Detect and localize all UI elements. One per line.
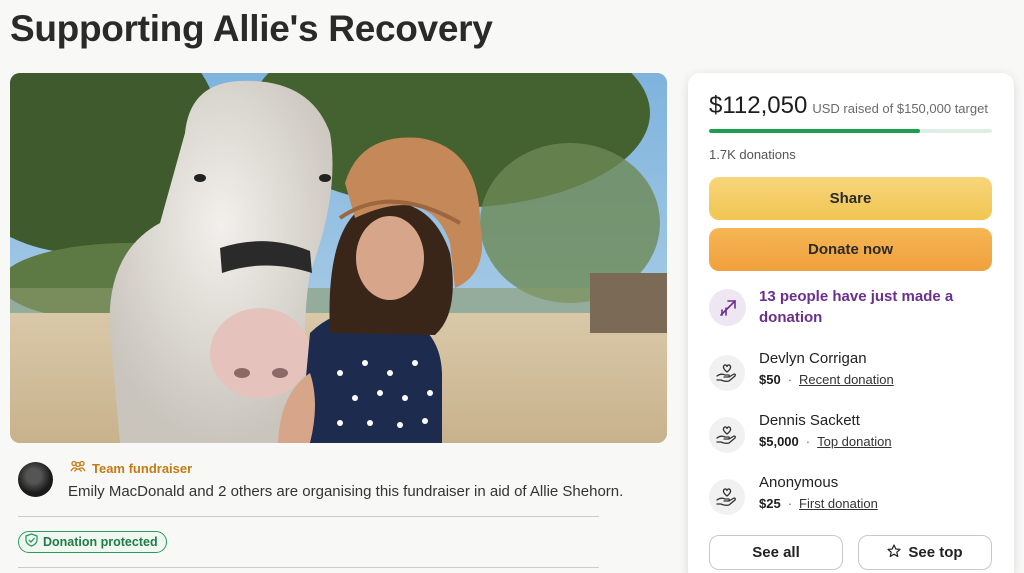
donor-name: Dennis Sackett [759, 412, 860, 429]
donor-name: Devlyn Corrigan [759, 350, 867, 367]
donor-meta: $50 · Recent donation [759, 372, 894, 387]
see-all-button[interactable]: See all [709, 535, 843, 570]
donor-item: Dennis Sackett $5,000 · Top donation [709, 412, 992, 456]
donation-protected-badge[interactable]: Donation protected [18, 531, 167, 553]
donor-amount: $5,000 [759, 434, 799, 449]
donor-amount: $25 [759, 496, 781, 511]
donor-kind-link[interactable]: Top donation [817, 434, 891, 449]
hero-image [10, 73, 667, 443]
donor-meta: $25 · First donation [759, 496, 878, 511]
separator-dot: · [805, 434, 811, 449]
shield-check-icon [25, 532, 38, 552]
page-title: Supporting Allie's Recovery [10, 8, 493, 49]
divider [18, 567, 599, 568]
recent-donations-notice: 13 people have just made a donation [759, 288, 954, 326]
donations-count: 1.7K donations [709, 147, 796, 162]
donate-now-button[interactable]: Donate now [709, 228, 992, 271]
donor-item: Anonymous $25 · First donation [709, 474, 992, 518]
trending-up-icon [709, 289, 746, 326]
organiser-description: Emily MacDonald and 2 others are organis… [68, 483, 624, 500]
star-icon [887, 543, 902, 562]
progress-bar [709, 129, 992, 133]
donor-kind-link[interactable]: Recent donation [799, 372, 894, 387]
see-top-button[interactable]: See top [858, 535, 992, 570]
hand-heart-icon [709, 355, 745, 391]
hand-heart-icon [709, 417, 745, 453]
share-button[interactable]: Share [709, 177, 992, 220]
separator-dot: · [787, 496, 793, 511]
team-fundraiser-label: Team fundraiser [92, 460, 193, 476]
donor-amount: $50 [759, 372, 781, 387]
hand-heart-icon [709, 479, 745, 515]
donor-kind-link[interactable]: First donation [799, 496, 878, 511]
organiser-avatar[interactable] [18, 462, 53, 497]
donor-name: Anonymous [759, 474, 839, 491]
team-fundraiser-badge: Team fundraiser [70, 459, 192, 477]
donation-protected-label: Donation protected [43, 535, 158, 549]
see-top-label: See top [908, 544, 963, 561]
raised-target-text: USD raised of $150,000 target [812, 101, 988, 116]
separator-dot: · [787, 372, 793, 387]
progress-fill [709, 129, 921, 133]
donor-item: Devlyn Corrigan $50 · Recent donation [709, 350, 992, 394]
team-icon [70, 459, 86, 477]
raised-amount: $112,050 [709, 92, 808, 119]
hero-photo[interactable] [10, 73, 667, 443]
raised-summary: $112,050 USD raised of $150,000 target [709, 92, 988, 120]
see-all-label: See all [752, 544, 800, 561]
divider [18, 516, 599, 517]
donor-meta: $5,000 · Top donation [759, 434, 892, 449]
donation-card: $112,050 USD raised of $150,000 target 1… [688, 73, 1014, 573]
